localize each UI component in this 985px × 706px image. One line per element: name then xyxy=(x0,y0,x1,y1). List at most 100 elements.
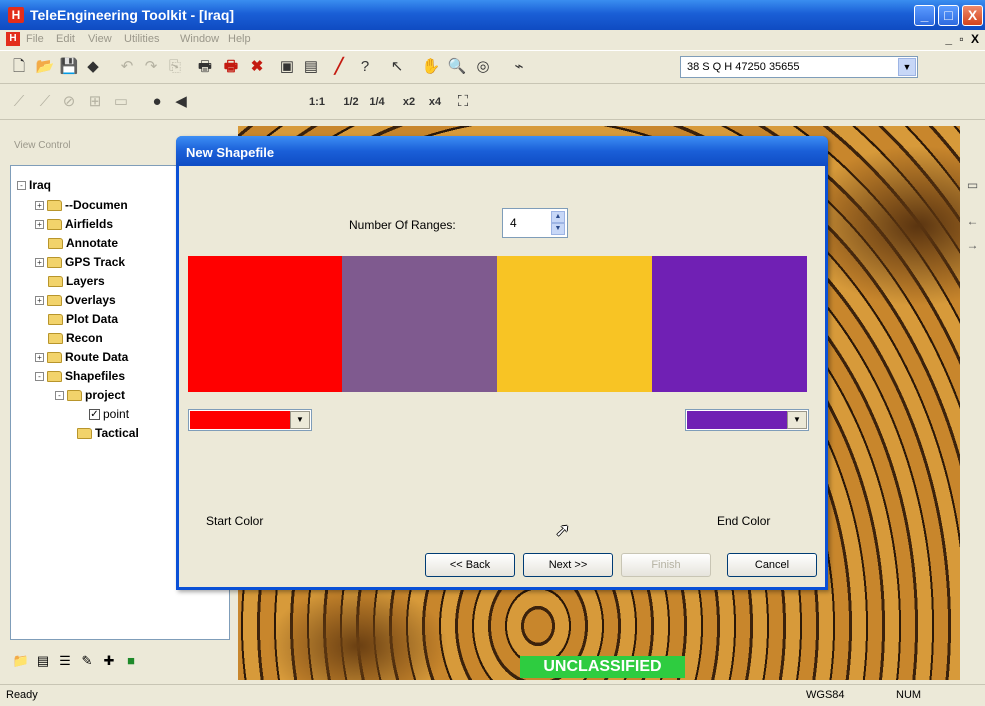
new-file-icon[interactable]: 🗋 xyxy=(8,56,30,78)
collapse-icon[interactable]: - xyxy=(55,391,64,401)
chevron-down-icon[interactable]: ▼ xyxy=(290,411,310,429)
print-preview-icon[interactable]: 🖶 xyxy=(220,56,242,78)
picture-icon[interactable]: ▤ xyxy=(300,56,322,78)
tree-item-label: point xyxy=(103,407,130,421)
menu-file[interactable]: File xyxy=(26,33,44,45)
draw-polyline-icon[interactable]: ⟋ xyxy=(8,91,30,113)
expand-icon[interactable]: + xyxy=(35,296,44,306)
draw-circle-icon[interactable]: ⊘ xyxy=(58,91,80,113)
close-button[interactable]: X xyxy=(962,5,983,26)
zoom-half-button[interactable]: 1/2 xyxy=(338,91,364,113)
zoom-icon[interactable]: 🔍 xyxy=(446,56,468,78)
tree-item-route-data[interactable]: + Route Data xyxy=(35,350,128,364)
num-lock-indicator: NUM xyxy=(896,689,922,701)
start-color-select[interactable]: ▼ xyxy=(188,409,312,431)
expand-icon[interactable]: + xyxy=(35,220,44,230)
pointer-icon[interactable]: ↖ xyxy=(386,56,408,78)
collapse-icon[interactable]: - xyxy=(17,181,26,191)
dialog-title[interactable]: New Shapefile xyxy=(176,136,828,166)
globe-icon[interactable]: ◎ xyxy=(472,56,494,78)
folder-icon xyxy=(47,219,62,231)
grid-icon[interactable]: ⊞ xyxy=(84,91,106,113)
document-menu-icon[interactable]: H xyxy=(6,32,20,46)
draw-curve-icon[interactable]: ⟋ xyxy=(34,91,56,113)
tree-item-plot-data[interactable]: Plot Data xyxy=(48,312,118,326)
coordinate-field[interactable]: 38 S Q H 47250 35655 ▼ xyxy=(680,56,918,78)
list-tab-icon[interactable]: ☰ xyxy=(56,652,74,670)
menu-help[interactable]: Help xyxy=(228,33,251,45)
copy-icon[interactable]: ⎘ xyxy=(164,56,186,78)
window-titlebar[interactable]: H TeleEngineering Toolkit - [Iraq] _ □ X xyxy=(0,0,985,30)
fit-extent-icon[interactable]: ⛶ xyxy=(452,91,474,113)
view-control-label: View Control xyxy=(14,140,71,151)
zoom-x4-button[interactable]: x4 xyxy=(422,91,448,113)
window-restore-icon[interactable]: ▭ xyxy=(964,178,981,195)
draw-line-icon[interactable]: ╱ xyxy=(328,56,350,78)
menu-utilities[interactable]: Utilities xyxy=(124,33,159,45)
undo-icon[interactable]: ↶ xyxy=(116,56,138,78)
status-text: Ready xyxy=(6,689,38,701)
crosshair-tab-icon[interactable]: ✚ xyxy=(100,652,118,670)
chevron-down-icon[interactable]: ▼ xyxy=(898,58,916,76)
window-title: TeleEngineering Toolkit - [Iraq] xyxy=(30,7,235,23)
chevron-down-icon[interactable]: ▼ xyxy=(787,411,807,429)
collapse-icon[interactable]: - xyxy=(35,372,44,382)
zoom-quarter-button[interactable]: 1/4 xyxy=(364,91,390,113)
expand-icon[interactable]: + xyxy=(35,201,44,211)
number-of-ranges-stepper[interactable]: 4 ▲ ▼ xyxy=(502,208,568,238)
measure-icon[interactable]: ⌁ xyxy=(508,56,530,78)
tree-item-recon[interactable]: Recon xyxy=(48,331,103,345)
tree-item-layers[interactable]: Layers xyxy=(48,274,105,288)
maximize-button[interactable]: □ xyxy=(938,5,959,26)
next-button[interactable]: Next >> xyxy=(523,553,613,577)
spin-down-icon[interactable]: ▼ xyxy=(551,223,565,235)
pan-hand-icon[interactable]: ✋ xyxy=(420,56,442,78)
tree-item-project[interactable]: - project xyxy=(55,388,125,402)
tree-item-gps-track[interactable]: + GPS Track xyxy=(35,255,125,269)
tree-item-tactical[interactable]: Tactical xyxy=(77,426,139,440)
window-view-icon[interactable]: ▣ xyxy=(276,56,298,78)
right-docking-strip: ▭ ← → xyxy=(960,126,985,680)
open-file-icon[interactable]: 📂 xyxy=(34,56,56,78)
help-icon[interactable]: ? xyxy=(354,56,376,78)
tree-item-iraq[interactable]: - Iraq xyxy=(17,178,51,192)
folder-icon xyxy=(47,371,62,383)
map-tab-icon[interactable]: ■ xyxy=(122,652,140,670)
print-icon[interactable]: 🖶 xyxy=(194,56,216,78)
back-button[interactable]: << Back xyxy=(425,553,515,577)
spin-up-icon[interactable]: ▲ xyxy=(551,211,565,223)
document-tab-icon[interactable]: ▤ xyxy=(34,652,52,670)
tree-item-annotate[interactable]: Annotate xyxy=(48,236,118,250)
save-icon[interactable]: 💾 xyxy=(58,56,80,78)
tree-item-shapefiles[interactable]: - Shapefiles xyxy=(35,369,125,383)
tree-item-overlays[interactable]: + Overlays xyxy=(35,293,116,307)
delete-icon[interactable]: ✖ xyxy=(246,56,268,78)
tree-item-airfields[interactable]: + Airfields xyxy=(35,217,113,231)
arrow-left-icon[interactable]: ← xyxy=(964,214,981,231)
tools-tab-icon[interactable]: ✎ xyxy=(78,652,96,670)
menu-edit[interactable]: Edit xyxy=(56,33,75,45)
folder-icon xyxy=(77,428,92,440)
box-icon[interactable]: ▭ xyxy=(110,91,132,113)
expand-icon[interactable]: + xyxy=(35,353,44,363)
tree-item-label: Route Data xyxy=(65,350,129,364)
line-marker-icon[interactable]: ◀ xyxy=(170,91,192,113)
folder-tab-icon[interactable]: 📁 xyxy=(12,652,30,670)
finish-button[interactable]: Finish xyxy=(621,553,711,577)
mdi-window-buttons[interactable]: _ ▫ X xyxy=(945,32,981,46)
point-marker-icon[interactable]: ● xyxy=(146,91,168,113)
redo-icon[interactable]: ↷ xyxy=(140,56,162,78)
expand-icon[interactable]: + xyxy=(35,258,44,268)
minimize-button[interactable]: _ xyxy=(914,5,935,26)
tree-item-documents[interactable]: + --Documen xyxy=(35,198,128,212)
zoom-x2-button[interactable]: x2 xyxy=(396,91,422,113)
menu-view[interactable]: View xyxy=(88,33,112,45)
eraser-icon[interactable]: ◆ xyxy=(82,56,104,78)
tree-item-point[interactable]: ✓ point xyxy=(89,407,129,421)
menu-window[interactable]: Window xyxy=(180,33,219,45)
arrow-right-icon[interactable]: → xyxy=(964,238,981,255)
end-color-select[interactable]: ▼ xyxy=(685,409,809,431)
layer-visibility-checkbox[interactable]: ✓ xyxy=(89,409,100,421)
zoom-1-1-button[interactable]: 1:1 xyxy=(304,91,330,113)
cancel-button[interactable]: Cancel xyxy=(727,553,817,577)
